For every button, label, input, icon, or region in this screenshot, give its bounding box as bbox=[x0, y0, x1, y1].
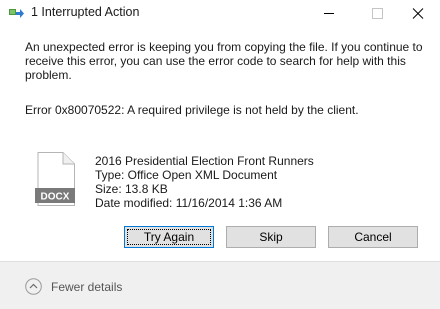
close-icon bbox=[412, 8, 424, 19]
minimize-icon bbox=[324, 13, 334, 14]
skip-label: Skip bbox=[259, 230, 283, 244]
error-message: An unexpected error is keeping you from … bbox=[25, 40, 423, 82]
try-again-label: Try Again bbox=[143, 230, 195, 244]
file-type: Type: Office Open XML Document bbox=[95, 168, 278, 182]
maximize-icon bbox=[372, 8, 383, 19]
dialog-footer: Fewer details bbox=[0, 261, 440, 309]
file-type-label: DOCX bbox=[41, 192, 70, 203]
error-code: Error 0x80070522: A required privilege i… bbox=[25, 103, 359, 117]
cancel-label: Cancel bbox=[354, 230, 392, 244]
minimize-button[interactable] bbox=[309, 0, 351, 28]
maximize-button[interactable] bbox=[357, 0, 399, 28]
file-name: 2016 Presidential Election Front Runners bbox=[95, 154, 314, 168]
try-again-button[interactable]: Try Again bbox=[124, 226, 214, 248]
window-title: 1 Interrupted Action bbox=[31, 5, 140, 19]
fewer-details-toggle[interactable]: Fewer details bbox=[51, 280, 122, 294]
skip-button[interactable]: Skip bbox=[226, 226, 316, 248]
title-bar: 1 Interrupted Action bbox=[0, 0, 440, 28]
file-size: Size: 13.8 KB bbox=[95, 182, 168, 196]
file-copy-icon bbox=[9, 7, 25, 21]
docx-file-icon: DOCX bbox=[35, 152, 75, 206]
close-button[interactable] bbox=[398, 0, 440, 28]
file-date-modified: Date modified: 11/16/2014 1:36 AM bbox=[95, 196, 283, 210]
cancel-button[interactable]: Cancel bbox=[328, 226, 418, 248]
chevron-up-icon[interactable] bbox=[25, 278, 42, 295]
file-details: 2016 Presidential Election Front Runners… bbox=[95, 154, 314, 210]
